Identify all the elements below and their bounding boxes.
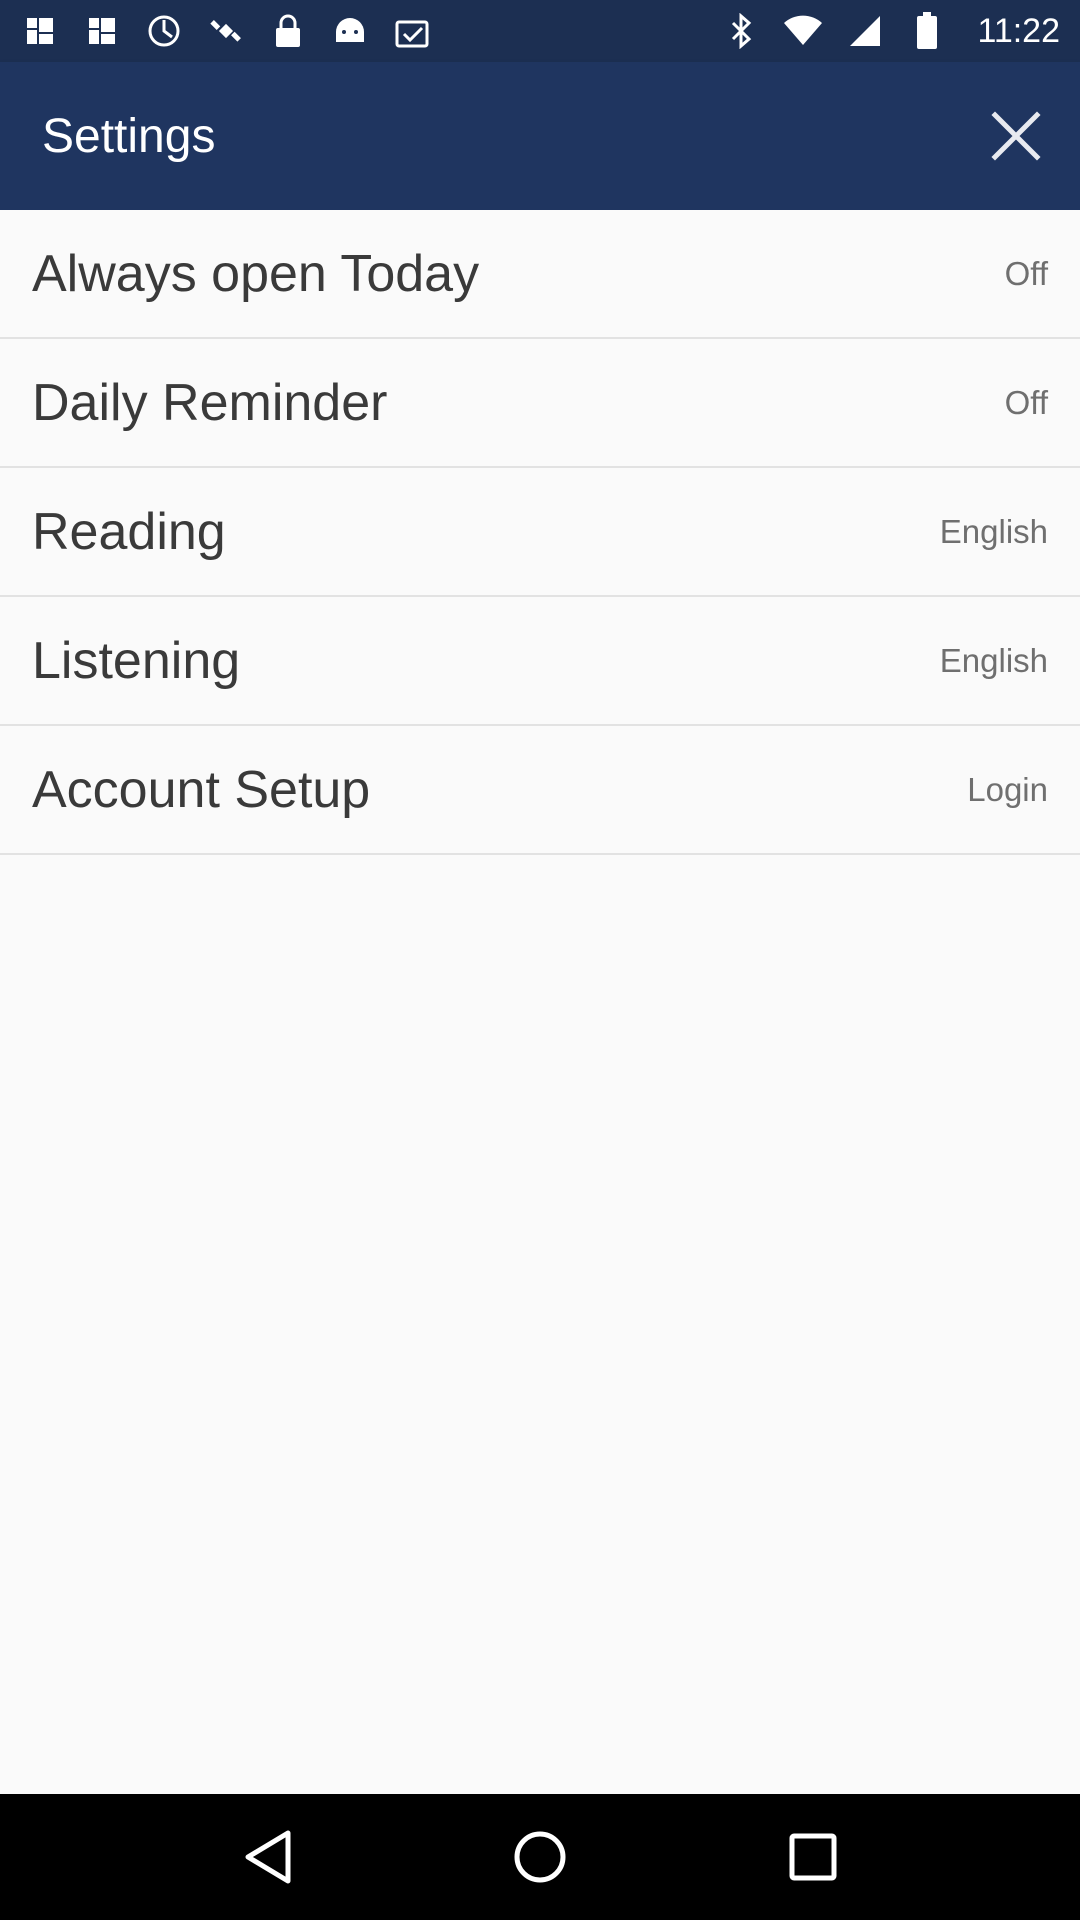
navigation-bar xyxy=(0,1794,1080,1920)
settings-item-listening[interactable]: Listening English xyxy=(0,597,1080,726)
gps-icon xyxy=(206,11,246,51)
back-button[interactable] xyxy=(222,1812,312,1902)
close-icon xyxy=(991,111,1041,161)
settings-item-value: English xyxy=(939,512,1048,550)
recents-button[interactable] xyxy=(768,1812,858,1902)
settings-item-account-setup[interactable]: Account Setup Login xyxy=(0,726,1080,855)
settings-item-reading[interactable]: Reading English xyxy=(0,468,1080,597)
settings-item-value: Off xyxy=(1004,383,1048,421)
wifi-icon xyxy=(783,11,823,51)
app-bar: Settings xyxy=(0,62,1080,210)
settings-item-value: English xyxy=(939,641,1048,679)
app-notification-icon xyxy=(20,11,60,51)
status-bar-left xyxy=(20,11,432,51)
android-icon xyxy=(330,11,370,51)
recents-icon xyxy=(789,1833,837,1881)
page-title: Settings xyxy=(42,109,216,163)
settings-item-value: Login xyxy=(967,770,1048,808)
home-button[interactable] xyxy=(495,1812,585,1902)
bluetooth-icon xyxy=(721,11,761,51)
status-bar: 11:22 xyxy=(0,0,1080,62)
settings-list: Always open Today Off Daily Reminder Off… xyxy=(0,210,1080,855)
settings-item-label: Reading xyxy=(32,502,226,561)
settings-item-label: Always open Today xyxy=(32,244,480,303)
lock-icon xyxy=(268,11,308,51)
home-icon xyxy=(514,1831,566,1883)
settings-item-label: Daily Reminder xyxy=(32,373,388,432)
back-icon xyxy=(245,1830,291,1884)
pinwheel-icon xyxy=(144,11,184,51)
app-notification-icon xyxy=(82,11,122,51)
settings-item-daily-reminder[interactable]: Daily Reminder Off xyxy=(0,339,1080,468)
settings-item-label: Account Setup xyxy=(32,760,371,819)
settings-item-label: Listening xyxy=(32,631,241,690)
status-bar-right: 11:22 xyxy=(721,11,1060,51)
settings-item-always-open-today[interactable]: Always open Today Off xyxy=(0,210,1080,339)
close-button[interactable] xyxy=(980,100,1052,172)
status-time: 11:22 xyxy=(977,11,1060,50)
checked-clipboard-icon xyxy=(392,11,432,51)
signal-icon xyxy=(845,11,885,51)
settings-item-value: Off xyxy=(1004,254,1048,292)
battery-icon xyxy=(907,11,947,51)
